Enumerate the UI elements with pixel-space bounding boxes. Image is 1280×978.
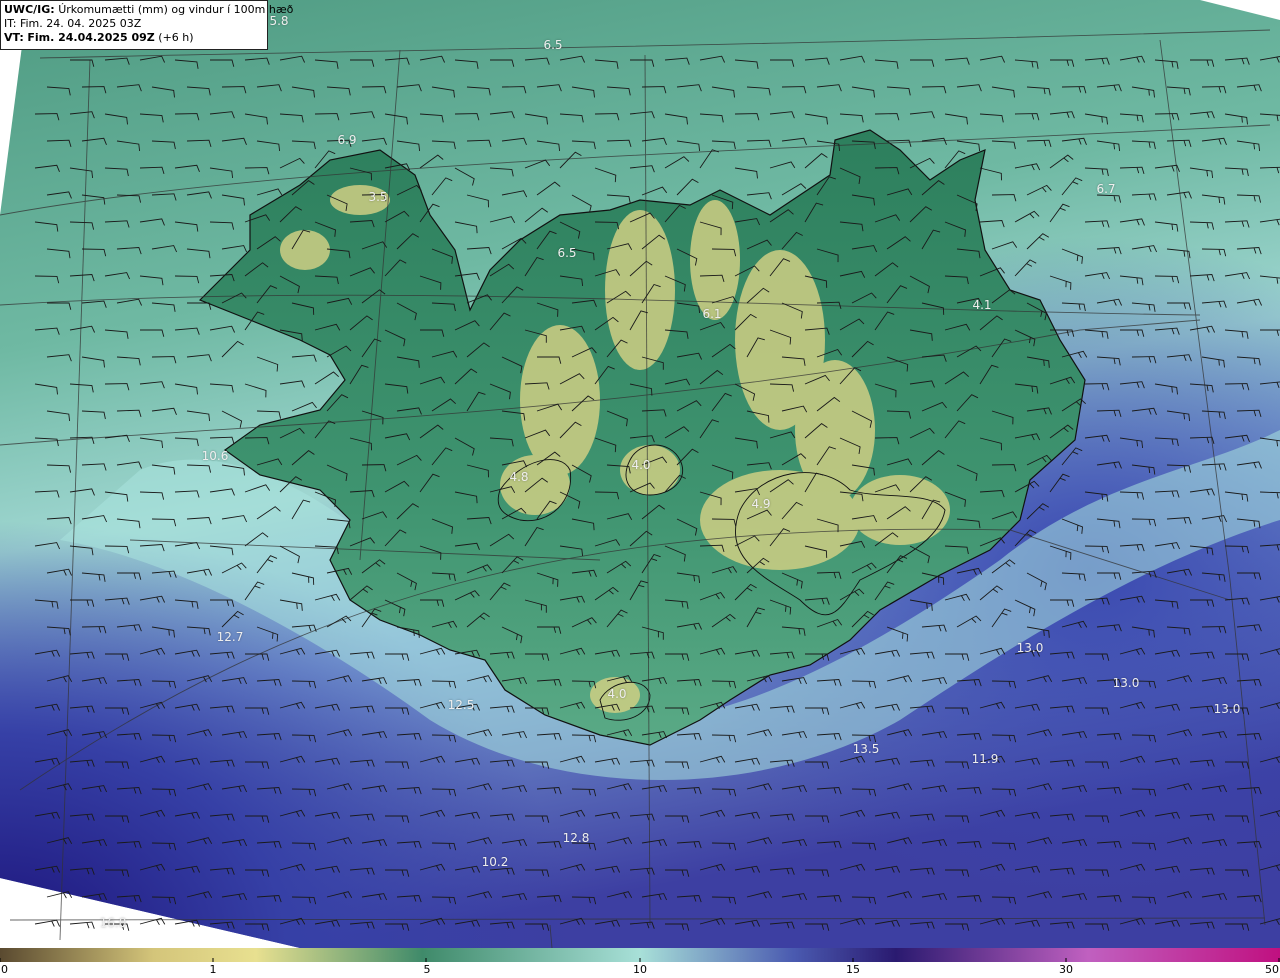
init-time: IT: Fim. 24. 04. 2025 03Z bbox=[4, 17, 142, 30]
value-label: 12.5 bbox=[447, 698, 475, 712]
value-label: 12.7 bbox=[216, 630, 244, 644]
colorbar-tick: 15 bbox=[846, 963, 860, 976]
model-name: UWC/IG: bbox=[4, 3, 55, 16]
wind-barb bbox=[34, 919, 61, 927]
value-label: 4.8 bbox=[509, 470, 529, 484]
colorbar bbox=[0, 948, 1280, 962]
colorbar-tick-labels: 0 1 5 10 15 30 50 bbox=[0, 962, 1280, 978]
wind-barb bbox=[69, 921, 95, 929]
value-label: 6.7 bbox=[1096, 182, 1116, 196]
value-label: 13.0 bbox=[1016, 641, 1044, 655]
value-label: 4.1 bbox=[972, 298, 992, 312]
value-label: 13.0 bbox=[1213, 702, 1241, 716]
value-label: 4.9 bbox=[751, 497, 771, 511]
value-label: 6.9 bbox=[337, 133, 357, 147]
wind-barb bbox=[139, 917, 166, 926]
value-label: 4.0 bbox=[607, 687, 627, 701]
value-label: 5.8 bbox=[269, 14, 289, 28]
value-label: 6.1 bbox=[702, 307, 722, 321]
forecast-info-box: UWC/IG: Úrkomumætti (mm) og vindur í 100… bbox=[0, 0, 293, 50]
value-label: 11.9 bbox=[971, 752, 999, 766]
valid-time-value: Fim. 24.04.2025 09Z bbox=[27, 31, 155, 44]
colorbar-tick: 30 bbox=[1059, 963, 1073, 976]
value-label: 12.8 bbox=[562, 831, 590, 845]
value-label: 6.5 bbox=[543, 38, 563, 52]
value-label: 4.0 bbox=[631, 458, 651, 472]
value-label: 10.6 bbox=[201, 449, 229, 463]
colorbar-tick: 5 bbox=[423, 963, 431, 976]
value-label: 13.5 bbox=[852, 742, 880, 756]
valid-time-line: VT: Fim. 24.04.2025 09Z (+6 h) bbox=[4, 31, 264, 45]
value-label: 3.5 bbox=[368, 190, 388, 204]
value-label: 16.8 bbox=[99, 916, 127, 930]
colorbar-tick: 0 bbox=[1, 963, 8, 976]
colorbar-tick: 50 bbox=[1265, 963, 1279, 976]
map-canvas bbox=[0, 0, 1280, 948]
forecast-map: 5.8 6.5 6.9 3.5 6.5 6.7 6.1 4.1 10.6 4.8… bbox=[0, 0, 1280, 948]
colorbar-tick: 10 bbox=[633, 963, 647, 976]
forecast-offset: (+6 h) bbox=[158, 31, 194, 44]
valid-time-prefix: VT: bbox=[4, 31, 24, 44]
map-title: Úrkomumætti (mm) og vindur í 100m hæð bbox=[58, 3, 294, 16]
value-label: 10.2 bbox=[481, 855, 509, 869]
value-label: 6.5 bbox=[557, 246, 577, 260]
value-label: 13.0 bbox=[1112, 676, 1140, 690]
colorbar-tick: 1 bbox=[209, 963, 217, 976]
title-line: UWC/IG: Úrkomumætti (mm) og vindur í 100… bbox=[4, 3, 293, 17]
